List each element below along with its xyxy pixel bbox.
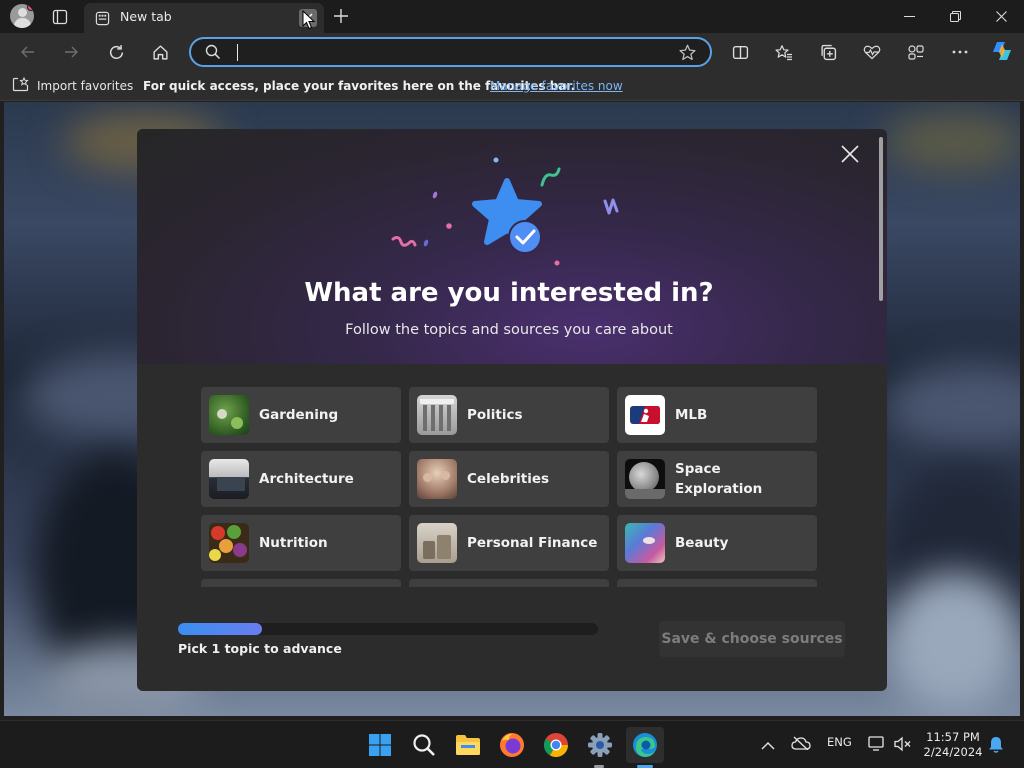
topic-label: Celebrities [467,471,550,487]
politics-thumb [417,395,457,435]
new-tab-favicon-icon [94,10,110,26]
split-screen-icon[interactable] [727,39,753,65]
show-hidden-icons-chevron-icon[interactable] [761,736,775,755]
restore-button[interactable] [932,0,978,32]
topic-label: Nutrition [259,535,328,551]
address-input[interactable] [241,42,661,64]
topic-gardening[interactable]: Gardening [201,387,401,443]
topic-label: Space Exploration [675,461,763,497]
beauty-thumb [625,523,665,563]
topic-space-exploration[interactable]: Space Exploration [617,451,817,507]
dialog-title: What are you interested in? [304,278,714,308]
extensions-icon[interactable] [903,39,929,65]
settings-gear-icon[interactable] [584,729,616,761]
favorites-bar: Import favorites For quick access, place… [0,71,1024,101]
notification-bell-icon[interactable] [988,736,1004,757]
file-explorer-icon[interactable] [452,729,484,761]
network-icon[interactable] [868,736,886,756]
browser-essentials-icon[interactable] [859,39,885,65]
finance-thumb [417,523,457,563]
new-tab-plus-icon[interactable] [330,5,352,27]
progress-fill [178,623,262,635]
mlb-logo [625,395,665,435]
refresh-icon[interactable] [103,39,129,65]
minimize-button[interactable] [886,0,932,32]
topic-tile-partial[interactable] [617,579,817,587]
progress-track [178,623,598,635]
save-choose-sources-button[interactable]: Save & choose sources [659,621,845,657]
celebrities-thumb [417,459,457,499]
topic-architecture[interactable]: Architecture [201,451,401,507]
browser-toolbar [0,33,1024,71]
address-bar[interactable] [189,37,712,67]
gardening-thumb [209,395,249,435]
topic-label: Personal Finance [467,535,598,551]
space-thumb [625,459,665,499]
copilot-icon[interactable] [988,37,1016,65]
favorites-icon[interactable] [771,39,797,65]
topic-celebrities[interactable]: Celebrities [409,451,609,507]
title-bar: New tab [0,0,1024,33]
text-caret [237,44,238,61]
chrome-icon[interactable] [540,729,572,761]
topic-label: Architecture [259,471,354,487]
dialog-hero: What are you interested in? Follow the t… [137,129,887,364]
mouse-cursor-icon [302,9,316,34]
volume-muted-icon[interactable] [894,736,912,756]
architecture-thumb [209,459,249,499]
back-arrow-icon[interactable] [15,39,41,65]
dialog-subtitle: Follow the topics and sources you care a… [345,322,673,338]
topic-beauty[interactable]: Beauty [617,515,817,571]
progress-text: Pick 1 topic to advance [178,641,342,656]
topic-label: MLB [675,407,708,423]
import-favorites-label: Import favorites [37,79,134,93]
language-indicator[interactable]: ENG [827,735,852,749]
tab-actions-icon[interactable] [50,7,70,27]
onedrive-icon[interactable] [791,735,811,754]
topic-label: Politics [467,407,523,423]
taskbar: ENG 11:57 PM 2/24/2024 [0,720,1024,768]
profile-avatar[interactable] [10,4,34,28]
topic-tile-partial[interactable] [201,579,401,587]
search-taskbar-icon[interactable] [408,729,440,761]
import-favorites-button[interactable]: Import favorites [12,76,134,95]
edge-icon[interactable] [626,727,664,763]
tab-title: New tab [120,9,172,24]
topic-personal-finance[interactable]: Personal Finance [409,515,609,571]
nutrition-thumb [209,523,249,563]
system-clock[interactable]: 11:57 PM 2/24/2024 [918,730,988,760]
add-favorite-star-icon[interactable] [679,44,696,65]
clock-time: 11:57 PM [926,730,980,744]
collections-icon[interactable] [815,39,841,65]
grid-clip [137,587,877,593]
topic-mlb[interactable]: MLB [617,387,817,443]
forward-arrow-icon[interactable] [58,39,84,65]
close-window-button[interactable] [978,0,1024,32]
search-icon [205,44,221,64]
start-icon[interactable] [364,729,396,761]
more-options-icon[interactable] [947,39,973,65]
tab-new-tab[interactable]: New tab [84,3,324,33]
firefox-icon[interactable] [496,729,528,761]
close-dialog-icon[interactable] [837,141,863,167]
dialog-scrollbar[interactable] [879,137,883,301]
topic-label: Gardening [259,407,339,423]
topic-politics[interactable]: Politics [409,387,609,443]
topic-label: Beauty [675,535,729,551]
topic-tile-partial[interactable] [409,579,609,587]
clock-date: 2/24/2024 [923,745,983,759]
topic-nutrition[interactable]: Nutrition [201,515,401,571]
interests-dialog: What are you interested in? Follow the t… [137,129,887,691]
celebration-star-icon [391,157,619,266]
import-favorites-icon [12,76,29,95]
home-icon[interactable] [147,39,173,65]
manage-favorites-link[interactable]: Manage favorites now [490,79,623,93]
